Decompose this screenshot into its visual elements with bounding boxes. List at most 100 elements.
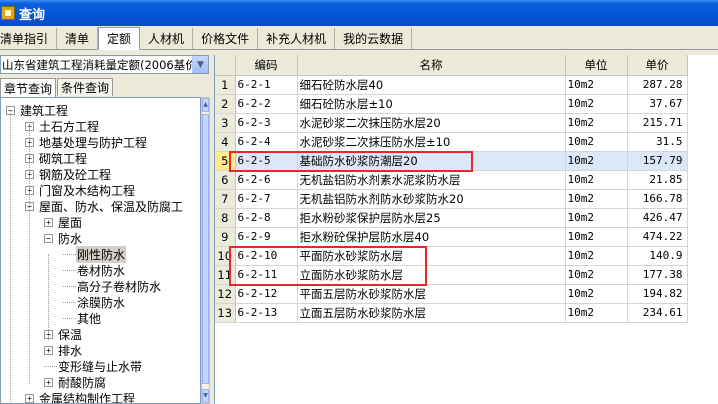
table-row[interactable]: 11 6-2-11 立面防水砂浆防水层 10m2 177.38	[215, 265, 688, 285]
tab-item[interactable]: 价格文件	[193, 28, 259, 49]
tree-node[interactable]: + 钢筋及砼工程	[25, 166, 112, 182]
col-header-unit[interactable]: 单位	[565, 55, 628, 76]
scroll-thumb[interactable]	[202, 114, 209, 384]
tree-node[interactable]: 卷材防水	[63, 262, 126, 278]
tree-node[interactable]: 涂膜防水	[63, 294, 126, 310]
cell-unit[interactable]: 10m2	[565, 132, 628, 152]
cell-unit[interactable]: 10m2	[565, 170, 628, 190]
cell-price[interactable]: 166.78	[627, 189, 688, 209]
cell-name[interactable]: 拒水粉砼保护层防水层40	[297, 227, 566, 247]
cell-name[interactable]: 水泥砂浆二次抹压防水层±10	[297, 132, 566, 152]
row-number[interactable]: 6	[215, 170, 236, 190]
tree-node[interactable]: + 地基处理与防护工程	[25, 134, 148, 150]
tab-item[interactable]: 我的云数据	[335, 28, 413, 49]
tab-item[interactable]: 定额	[98, 27, 141, 50]
row-number[interactable]: 7	[215, 189, 236, 209]
table-row[interactable]: 6 6-2-6 无机盐铝防水剂素水泥浆防水层 10m2 21.85	[215, 170, 688, 190]
tab-item[interactable]: 清单指引	[0, 28, 58, 49]
tree-node[interactable]: + 排水	[44, 342, 83, 358]
row-number[interactable]: 12	[215, 284, 236, 304]
row-number[interactable]: 13	[215, 303, 236, 323]
row-number[interactable]: 11	[215, 265, 236, 285]
cell-unit[interactable]: 10m2	[565, 246, 628, 266]
cell-code[interactable]: 6-2-9	[235, 227, 298, 247]
tree-scrollbar[interactable]: ▲ ▼	[201, 97, 210, 404]
tree-node[interactable]: + 砌筑工程	[25, 150, 88, 166]
scroll-down-icon[interactable]: ▼	[202, 389, 209, 403]
table-row[interactable]: 1 6-2-1 细石砼防水层40 10m2 287.28	[215, 75, 688, 95]
cell-name[interactable]: 无机盐铝防水剂防水砂浆防水20	[297, 189, 566, 209]
tree-node[interactable]: + 保温	[44, 326, 83, 342]
table-row[interactable]: 12 6-2-12 平面五层防水砂浆防水层 10m2 194.82	[215, 284, 688, 304]
cell-code[interactable]: 6-2-7	[235, 189, 298, 209]
cell-price[interactable]: 31.5	[627, 132, 688, 152]
cell-price[interactable]: 21.85	[627, 170, 688, 190]
cell-code[interactable]: 6-2-8	[235, 208, 298, 228]
cell-unit[interactable]: 10m2	[565, 189, 628, 209]
cell-code[interactable]: 6-2-12	[235, 284, 298, 304]
tree-node[interactable]: + 屋面	[44, 214, 83, 230]
table-row[interactable]: 8 6-2-8 拒水粉砂浆保护层防水层25 10m2 426.47	[215, 208, 688, 228]
cell-name[interactable]: 基础防水砂浆防潮层20	[297, 151, 566, 171]
cell-price[interactable]: 37.67	[627, 94, 688, 114]
cell-name[interactable]: 平面五层防水砂浆防水层	[297, 284, 566, 304]
cell-unit[interactable]: 10m2	[565, 208, 628, 228]
col-header-price[interactable]: 单价	[627, 55, 688, 76]
cell-name[interactable]: 立面五层防水砂浆防水层	[297, 303, 566, 323]
cell-code[interactable]: 6-2-3	[235, 113, 298, 133]
cell-name[interactable]: 细石砼防水层40	[297, 75, 566, 95]
cell-code[interactable]: 6-2-4	[235, 132, 298, 152]
cell-name[interactable]: 拒水粉砂浆保护层防水层25	[297, 208, 566, 228]
col-header-name[interactable]: 名称	[297, 55, 566, 76]
cell-code[interactable]: 6-2-11	[235, 265, 298, 285]
tree-node[interactable]: + 门窗及木结构工程	[25, 182, 136, 198]
cell-code[interactable]: 6-2-2	[235, 94, 298, 114]
cell-price[interactable]: 177.38	[627, 265, 688, 285]
tab-chapter-query[interactable]: 章节查询	[0, 78, 57, 97]
cell-code[interactable]: 6-2-13	[235, 303, 298, 323]
row-number[interactable]: 5	[215, 151, 236, 171]
cell-name[interactable]: 平面防水砂浆防水层	[297, 246, 566, 266]
tree-node[interactable]: + 土石方工程	[25, 118, 100, 134]
table-row[interactable]: 9 6-2-9 拒水粉砼保护层防水层40 10m2 474.22	[215, 227, 688, 247]
scroll-up-icon[interactable]: ▲	[202, 98, 209, 112]
row-number[interactable]: 3	[215, 113, 236, 133]
cell-code[interactable]: 6-2-6	[235, 170, 298, 190]
tree-node[interactable]: 刚性防水	[63, 245, 127, 263]
tree-node[interactable]: + 耐酸防腐	[44, 374, 107, 390]
cell-price[interactable]: 474.22	[627, 227, 688, 247]
tab-condition-query[interactable]: 条件查询	[57, 78, 114, 96]
cell-unit[interactable]: 10m2	[565, 265, 628, 285]
row-number[interactable]: 1	[215, 75, 236, 95]
expand-icon[interactable]: +	[44, 217, 53, 227]
cell-unit[interactable]: 10m2	[565, 94, 628, 114]
cell-unit[interactable]: 10m2	[565, 303, 628, 323]
row-number[interactable]: 4	[215, 132, 236, 152]
table-row[interactable]: 5 6-2-5 基础防水砂浆防潮层20 10m2 157.79	[215, 151, 688, 171]
row-number[interactable]: 2	[215, 94, 236, 114]
cell-unit[interactable]: 10m2	[565, 75, 628, 95]
cell-code[interactable]: 6-2-10	[235, 246, 298, 266]
table-row[interactable]: 7 6-2-7 无机盐铝防水剂防水砂浆防水20 10m2 166.78	[215, 189, 688, 209]
cell-price[interactable]: 215.71	[627, 113, 688, 133]
tree-node[interactable]: 其他	[63, 310, 102, 326]
tab-item[interactable]: 人材机	[140, 28, 194, 49]
cell-price[interactable]: 287.28	[627, 75, 688, 95]
tab-item[interactable]: 清单	[57, 28, 99, 49]
row-number[interactable]: 9	[215, 227, 236, 247]
cell-price[interactable]: 234.61	[627, 303, 688, 323]
expand-icon[interactable]: +	[44, 377, 53, 387]
table-row[interactable]: 3 6-2-3 水泥砂浆二次抹压防水层20 10m2 215.71	[215, 113, 688, 133]
row-number[interactable]: 8	[215, 208, 236, 228]
cell-name[interactable]: 细石砼防水层±10	[297, 94, 566, 114]
chevron-down-icon[interactable]: ▼	[192, 56, 208, 73]
cell-price[interactable]: 426.47	[627, 208, 688, 228]
cell-unit[interactable]: 10m2	[565, 151, 628, 171]
col-header-code[interactable]: 编码	[235, 55, 298, 76]
cell-price[interactable]: 157.79	[627, 151, 688, 171]
expand-icon[interactable]: +	[44, 345, 53, 355]
table-row[interactable]: 2 6-2-2 细石砼防水层±10 10m2 37.67	[215, 94, 688, 114]
expand-icon[interactable]: +	[25, 393, 34, 403]
table-row[interactable]: 4 6-2-4 水泥砂浆二次抹压防水层±10 10m2 31.5	[215, 132, 688, 152]
tree-node[interactable]: 变形缝与止水带	[44, 358, 143, 374]
